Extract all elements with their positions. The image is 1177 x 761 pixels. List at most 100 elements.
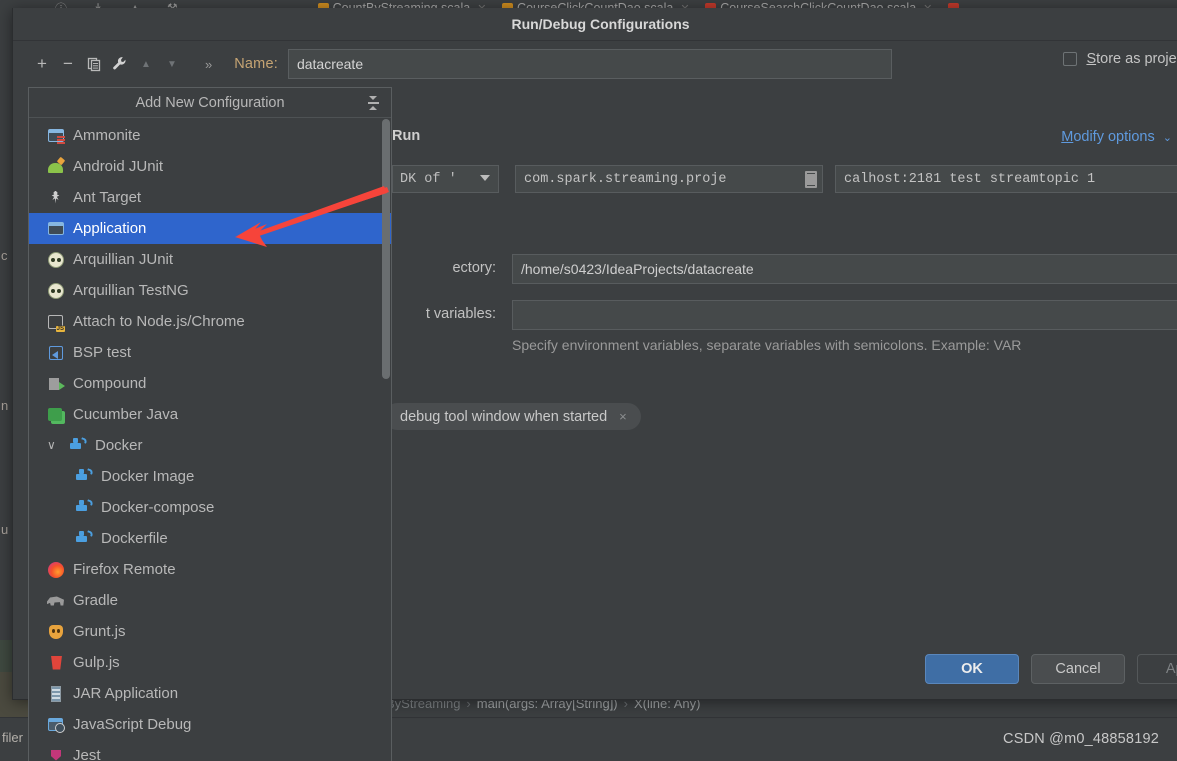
run-section-title: Run: [392, 128, 421, 144]
program-arguments-input[interactable]: calhost:2181 test streamtopic 1: [835, 165, 1177, 193]
configuration-type-item[interactable]: Docker-compose: [29, 492, 391, 523]
option-chip[interactable]: debug tool window when started ×: [384, 403, 641, 430]
bsp-test-icon: [47, 344, 65, 362]
configuration-type-label: Grunt.js: [73, 623, 126, 640]
docker-icon: [69, 436, 88, 455]
store-as-project-row[interactable]: Store as project: [1063, 51, 1177, 67]
apply-button[interactable]: Apply: [1137, 654, 1177, 684]
close-icon[interactable]: ×: [619, 409, 627, 424]
chevron-up-icon: [369, 106, 377, 110]
jdk-combo[interactable]: DK of ': [392, 165, 499, 193]
store-as-project-label: Store as project: [1086, 51, 1177, 67]
configuration-type-item[interactable]: BSP test: [29, 337, 391, 368]
background-text-fragment: u: [1, 522, 9, 537]
configuration-type-item[interactable]: JAR Application: [29, 678, 391, 709]
chevron-down-icon: [480, 175, 490, 181]
configuration-type-item[interactable]: JavaScript Debug: [29, 709, 391, 740]
configuration-type-label: Ant Target: [73, 189, 142, 206]
store-as-project-checkbox[interactable]: [1063, 52, 1078, 66]
background-text-fragment: n: [1, 398, 9, 413]
configuration-name-input[interactable]: [287, 49, 892, 79]
configuration-type-item[interactable]: Arquillian JUnit: [29, 244, 391, 275]
configuration-type-label: Arquillian TestNG: [73, 282, 189, 299]
option-chip-label: debug tool window when started: [400, 408, 608, 425]
configuration-type-label: Docker-compose: [101, 499, 215, 516]
popup-scrollbar[interactable]: [382, 119, 390, 761]
configuration-type-item[interactable]: Cucumber Java: [29, 399, 391, 430]
arquillian-icon: [47, 282, 65, 300]
edit-templates-button[interactable]: [107, 51, 133, 77]
chevron-down-icon[interactable]: ∨: [47, 439, 56, 451]
copy-configuration-button[interactable]: [81, 51, 107, 77]
configuration-type-label: Ammonite: [73, 127, 141, 144]
ok-button[interactable]: OK: [925, 654, 1019, 684]
popup-header: Add New Configuration: [29, 88, 391, 118]
configuration-type-item[interactable]: Application: [29, 213, 391, 244]
working-directory-input[interactable]: /home/s0423/IdeaProjects/datacreate: [512, 254, 1177, 284]
environment-variables-label: t variables:: [425, 306, 496, 322]
background-text-fragment: c: [1, 248, 8, 263]
docker-icon: [75, 498, 94, 517]
working-directory-value: /home/s0423/IdeaProjects/datacreate: [521, 261, 754, 277]
run-debug-configurations-dialog: Run/Debug Configurations + − ▲ ▼ » Name:…: [12, 8, 1177, 761]
configuration-form-panel: DK of ' com.spark.streaming.proje calhos…: [376, 120, 1177, 640]
move-up-button[interactable]: ▲: [133, 51, 159, 77]
configuration-type-item[interactable]: Docker Image: [29, 461, 391, 492]
ammonite-icon: [47, 127, 65, 145]
jar-application-icon: [47, 685, 65, 703]
browse-main-class-icon[interactable]: [805, 171, 817, 188]
configuration-type-label: BSP test: [73, 344, 132, 361]
configuration-type-item[interactable]: Jest: [29, 740, 391, 761]
jest-icon: [47, 747, 65, 761]
collapse-all-icon[interactable]: [365, 95, 381, 111]
android-junit-icon: [47, 158, 65, 176]
configuration-type-item[interactable]: ∨ Docker: [29, 430, 391, 461]
configuration-type-list[interactable]: Ammonite Android JUnit Ant Target Applicati…: [29, 118, 391, 761]
watermark: CSDN @m0_48858192: [1003, 731, 1159, 747]
configuration-type-label: Dockerfile: [101, 530, 168, 547]
configuration-type-item[interactable]: Ant Target: [29, 182, 391, 213]
main-class-value: com.spark.streaming.proje: [524, 171, 727, 187]
configuration-type-label: Cucumber Java: [73, 406, 179, 423]
configuration-type-item[interactable]: Compound: [29, 368, 391, 399]
configuration-type-label: Compound: [73, 375, 147, 392]
cucumber-java-icon: [47, 406, 65, 424]
program-arguments-value: calhost:2181 test streamtopic 1: [844, 171, 1096, 187]
add-configuration-button[interactable]: +: [29, 51, 55, 77]
dialog-title-bar: Run/Debug Configurations: [13, 8, 1177, 41]
popup-scrollbar-thumb[interactable]: [382, 119, 390, 379]
gulp-js-icon: [47, 654, 65, 672]
profiler-label[interactable]: filer: [2, 730, 23, 745]
run-section-header: Run Modify options ⌄: [392, 128, 1177, 152]
configuration-type-item[interactable]: Gradle: [29, 585, 391, 616]
chevron-down-icon: [369, 96, 377, 100]
add-new-configuration-popup: Add New Configuration Ammonite Android JU…: [28, 87, 392, 761]
configuration-type-item[interactable]: Attach to Node.js/Chrome: [29, 306, 391, 337]
configuration-type-item[interactable]: Android JUnit: [29, 151, 391, 182]
configuration-type-item[interactable]: Firefox Remote: [29, 554, 391, 585]
configuration-type-item[interactable]: Grunt.js: [29, 616, 391, 647]
gradle-icon: [47, 592, 65, 610]
ant-target-icon: [47, 189, 65, 207]
modify-options-link[interactable]: Modify options ⌄: [1061, 129, 1172, 145]
arquillian-icon: [47, 251, 65, 269]
dialog-title: Run/Debug Configurations: [511, 16, 690, 32]
configuration-type-label: Docker Image: [101, 468, 195, 485]
configuration-type-item[interactable]: Dockerfile: [29, 523, 391, 554]
configuration-type-label: JAR Application: [73, 685, 179, 702]
attach-node-icon: [47, 313, 65, 332]
main-class-input[interactable]: com.spark.streaming.proje: [515, 165, 823, 193]
configuration-type-label: Application: [73, 220, 147, 237]
configuration-type-item[interactable]: Arquillian TestNG: [29, 275, 391, 306]
cancel-button[interactable]: Cancel: [1031, 654, 1125, 684]
configuration-type-item[interactable]: Ammonite: [29, 120, 391, 151]
remove-configuration-button[interactable]: −: [55, 51, 81, 77]
configuration-type-label: Docker: [95, 437, 143, 454]
collapse-bar: [367, 102, 379, 104]
modify-options-label-rest: odify options: [1073, 129, 1155, 145]
more-options-button[interactable]: »: [205, 57, 212, 72]
move-down-button[interactable]: ▼: [159, 51, 185, 77]
environment-variables-input[interactable]: [512, 300, 1177, 330]
configuration-type-item[interactable]: Gulp.js: [29, 647, 391, 678]
environment-variables-hint: Specify environment variables, separate …: [512, 337, 1022, 353]
